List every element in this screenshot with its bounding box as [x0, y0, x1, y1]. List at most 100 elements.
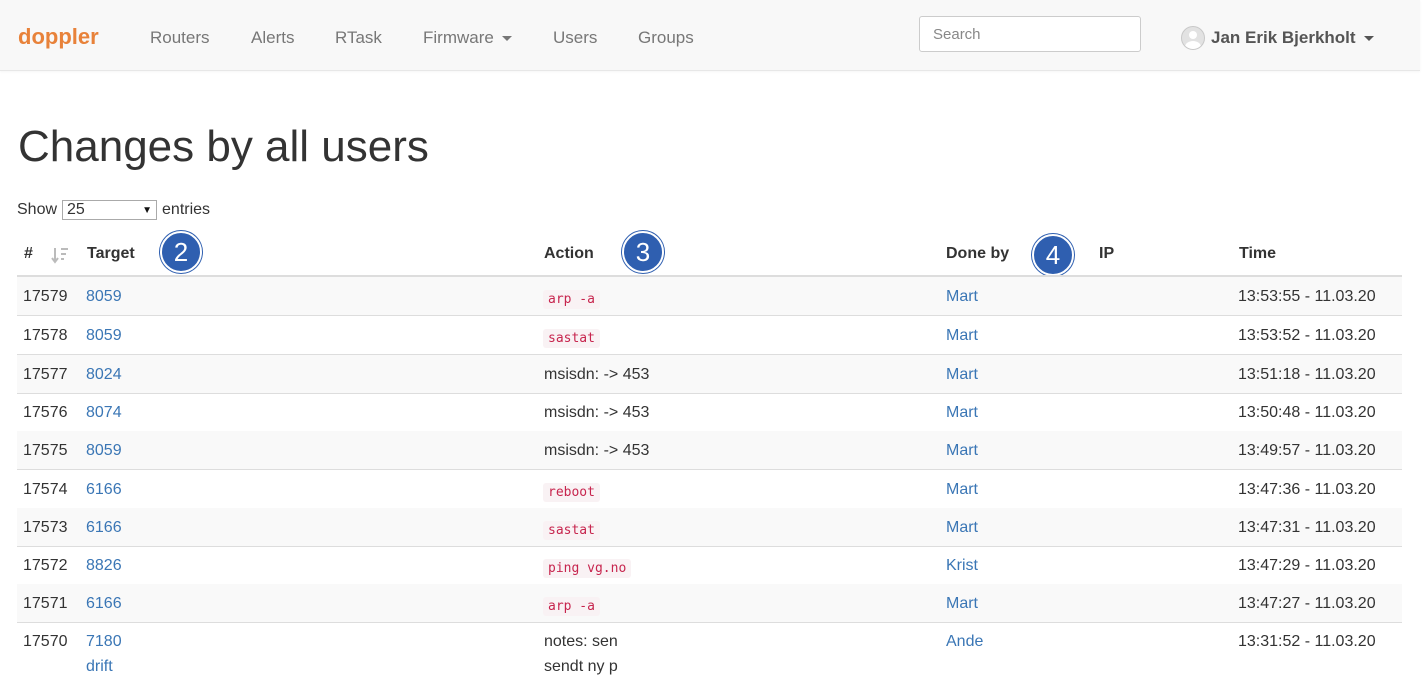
user-name: Jan Erik Bjerkholt	[1211, 28, 1356, 47]
row-target-link[interactable]: 8059	[86, 288, 122, 306]
column-header-target[interactable]: Target	[87, 245, 135, 263]
sort-descending-icon[interactable]	[50, 246, 70, 264]
nav-users[interactable]: Users	[553, 28, 597, 48]
row-id: 17576	[23, 404, 68, 421]
row-time: 13:50:48 - 11.03.20	[1238, 404, 1376, 421]
row-done-by-link[interactable]: Mart	[946, 404, 978, 422]
column-header-id[interactable]: #	[24, 245, 33, 263]
table-row: 17579 8059 arp -a Mart 13:53:55 - 11.03.…	[17, 277, 1402, 316]
row-done-by-link[interactable]: Krist	[946, 557, 978, 575]
row-id: 17578	[23, 327, 68, 344]
action-command: reboot	[543, 483, 600, 502]
row-id: 17573	[23, 519, 68, 536]
row-done-by-link[interactable]: Mart	[946, 327, 978, 345]
row-done-by-link[interactable]: Ande	[946, 633, 983, 651]
row-time: 13:31:52 - 11.03.20	[1238, 633, 1376, 650]
row-time: 13:47:31 - 11.03.20	[1238, 519, 1376, 536]
row-id: 17571	[23, 595, 68, 612]
column-header-action[interactable]: Action	[544, 245, 594, 263]
row-target-link[interactable]: 7180	[86, 633, 122, 651]
row-id: 17574	[23, 481, 68, 498]
row-action: reboot	[543, 481, 601, 502]
column-header-done-by[interactable]: Done by	[946, 245, 1009, 263]
row-done-by-link[interactable]: Mart	[946, 595, 978, 613]
nav-routers[interactable]: Routers	[150, 28, 210, 48]
row-time: 13:53:52 - 11.03.20	[1238, 327, 1376, 344]
row-target-link[interactable]: 8074	[86, 404, 122, 422]
row-done-by-link[interactable]: Mart	[946, 366, 978, 384]
row-time: 13:53:55 - 11.03.20	[1238, 288, 1376, 305]
table-row: 17571 6166 arp -a Mart 13:47:27 - 11.03.…	[17, 584, 1402, 623]
nav-rtask[interactable]: RTask	[335, 28, 382, 48]
row-done-by-link[interactable]: Mart	[946, 288, 978, 306]
row-target-link[interactable]: 8024	[86, 366, 122, 384]
row-action: arp -a	[543, 288, 601, 309]
nav-alerts[interactable]: Alerts	[251, 28, 294, 48]
row-action: msisdn: -> 453	[544, 366, 650, 383]
entries-length-control: Show 25 ▼ entries	[17, 200, 210, 220]
row-id: 17579	[23, 288, 68, 305]
row-action: sastat	[543, 519, 601, 540]
row-action: msisdn: -> 453	[544, 404, 650, 421]
row-time: 13:47:27 - 11.03.20	[1238, 595, 1376, 612]
action-command: sastat	[543, 329, 600, 348]
annotation-badge-4: 4	[1032, 234, 1074, 276]
chevron-down-icon	[501, 36, 512, 42]
row-done-by-link[interactable]: Mart	[946, 442, 978, 460]
row-action: sastat	[543, 327, 601, 348]
row-action-line2: sendt ny p	[544, 658, 618, 675]
table-row: 17577 8024 msisdn: -> 453 Mart 13:51:18 …	[17, 355, 1402, 394]
action-command: ping vg.no	[543, 559, 632, 578]
dropdown-arrow-icon: ▼	[142, 204, 153, 216]
row-time: 13:49:57 - 11.03.20	[1238, 442, 1376, 459]
table-row: 17573 6166 sastat Mart 13:47:31 - 11.03.…	[17, 508, 1402, 547]
row-action: notes: sen	[544, 633, 618, 650]
row-done-by-link[interactable]: Mart	[946, 519, 978, 537]
table-row: 17575 8059 msisdn: -> 453 Mart 13:49:57 …	[17, 431, 1402, 470]
nav-firmware-dropdown[interactable]: Firmware	[423, 28, 512, 48]
user-menu-dropdown[interactable]: Jan Erik Bjerkholt	[1181, 26, 1374, 50]
row-target-link[interactable]: 6166	[86, 519, 122, 537]
table-row: 17572 8826 ping vg.no Krist 13:47:29 - 1…	[17, 546, 1402, 585]
nav-firmware-label: Firmware	[423, 28, 494, 47]
row-time: 13:47:29 - 11.03.20	[1238, 557, 1376, 574]
brand-logo[interactable]: doppler	[18, 24, 99, 50]
table-row: 17576 8074 msisdn: -> 453 Mart 13:50:48 …	[17, 393, 1402, 432]
top-navbar: doppler Routers Alerts RTask Firmware Us…	[0, 0, 1420, 71]
chevron-down-icon	[1363, 35, 1374, 41]
annotation-badge-2: 2	[160, 231, 202, 273]
entries-select[interactable]: 25 ▼	[62, 200, 158, 220]
action-command: arp -a	[543, 290, 600, 309]
row-id: 17577	[23, 366, 68, 383]
entries-select-value: 25	[67, 201, 85, 218]
action-command: sastat	[543, 521, 600, 540]
row-time: 13:51:18 - 11.03.20	[1238, 366, 1376, 383]
row-action: msisdn: -> 453	[544, 442, 650, 459]
row-id: 17572	[23, 557, 68, 574]
row-target-link[interactable]: 6166	[86, 595, 122, 613]
column-header-time[interactable]: Time	[1239, 245, 1276, 263]
annotation-badge-3: 3	[622, 231, 664, 273]
row-id: 17570	[23, 633, 68, 650]
action-command: arp -a	[543, 597, 600, 616]
row-target-link[interactable]: 8059	[86, 327, 122, 345]
page-title: Changes by all users	[18, 122, 429, 171]
row-done-by-link[interactable]: Mart	[946, 481, 978, 499]
search-input[interactable]	[919, 16, 1141, 52]
row-id: 17575	[23, 442, 68, 459]
nav-groups[interactable]: Groups	[638, 28, 694, 48]
row-target-link[interactable]: 6166	[86, 481, 122, 499]
row-target-link[interactable]: 8059	[86, 442, 122, 460]
entries-label: entries	[162, 201, 211, 218]
row-action: ping vg.no	[543, 557, 632, 578]
show-label: Show	[17, 201, 58, 218]
row-target-sublabel[interactable]: drift	[86, 658, 113, 676]
row-action: arp -a	[543, 595, 601, 616]
column-header-ip[interactable]: IP	[1099, 245, 1114, 263]
row-time: 13:47:36 - 11.03.20	[1238, 481, 1376, 498]
table-row: 17574 6166 reboot Mart 13:47:36 - 11.03.…	[17, 470, 1402, 509]
table-row: 17570 7180 drift notes: sen sendt ny p A…	[17, 622, 1402, 682]
row-target-link[interactable]: 8826	[86, 557, 122, 575]
user-avatar-icon	[1181, 26, 1205, 50]
table-row: 17578 8059 sastat Mart 13:53:52 - 11.03.…	[17, 316, 1402, 355]
